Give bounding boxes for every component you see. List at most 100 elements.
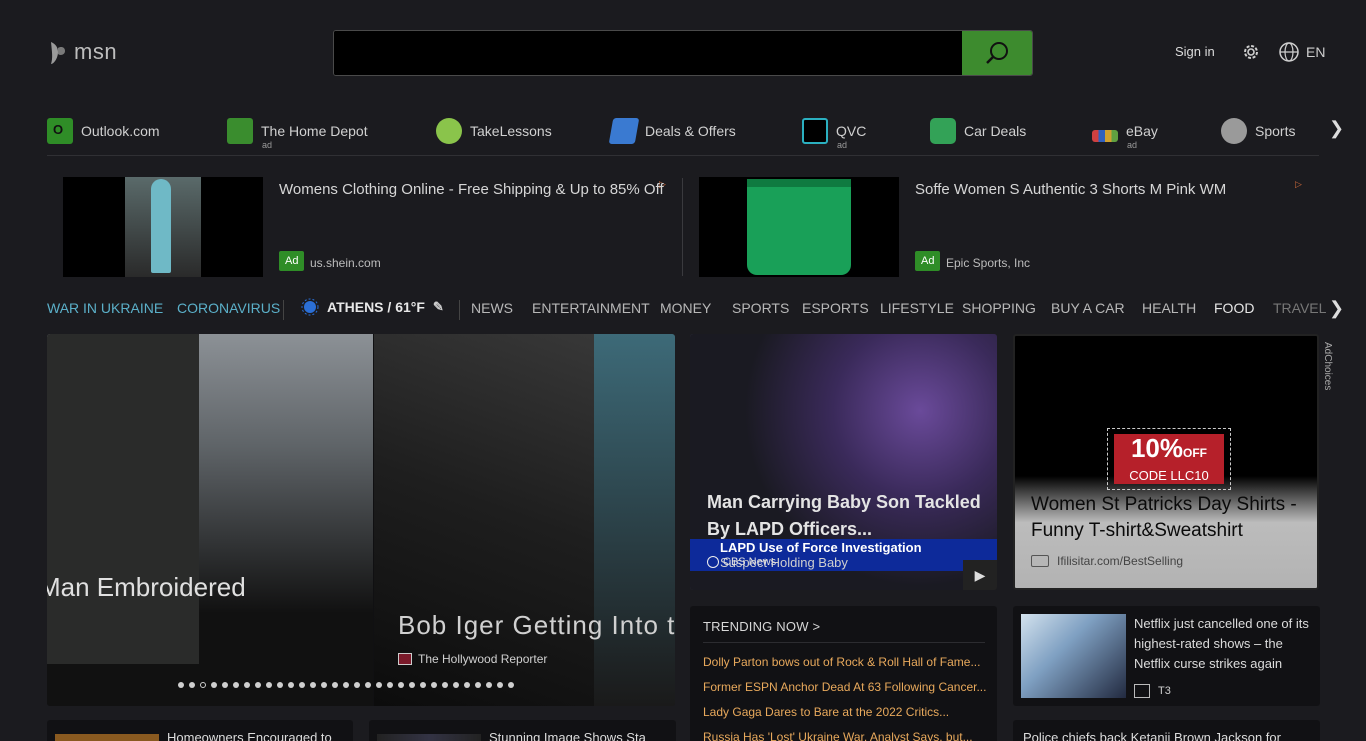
banner-text: LAPD Use of Force Investigation	[720, 540, 922, 555]
weather-icon	[301, 298, 319, 316]
nav-esports[interactable]: ESPORTS	[802, 300, 869, 316]
nav-shopping[interactable]: SHOPPING	[962, 300, 1036, 316]
carousel-dot[interactable]	[255, 682, 261, 688]
edit-pencil-icon[interactable]: ✎	[433, 299, 444, 315]
carousel-dot[interactable]	[431, 682, 437, 688]
chevron-right-icon[interactable]: ❯	[1329, 298, 1344, 319]
news-card[interactable]: Homeowners Encouraged to	[47, 720, 353, 741]
carousel-dot[interactable]	[398, 682, 404, 688]
outlook-icon: O	[47, 118, 73, 144]
sponsored-card[interactable]: 10%OFF CODE LLC10 Women St Patricks Day …	[1013, 334, 1319, 590]
ad-image	[699, 177, 899, 277]
carousel-dot[interactable]	[409, 682, 415, 688]
divider	[682, 178, 683, 276]
news-card[interactable]: Stunning Image Shows Sta	[369, 720, 676, 741]
carousel-dot[interactable]	[508, 682, 514, 688]
carousel-dot[interactable]	[420, 682, 426, 688]
carousel-dot[interactable]	[321, 682, 327, 688]
search-input[interactable]	[334, 31, 962, 75]
hero-title[interactable]: Man Embroidered	[47, 572, 246, 603]
news-card[interactable]: Police chiefs back Ketanji Brown Jackson…	[1013, 720, 1320, 741]
nav-buy-a-car[interactable]: BUY A CAR	[1051, 300, 1125, 316]
nav-news[interactable]: NEWS	[471, 300, 513, 316]
card-thumbnail	[1021, 614, 1126, 698]
nav-travel[interactable]: TRAVEL	[1273, 300, 1326, 316]
category-nav: WAR IN UKRAINE CORONAVIRUS ATHENS / 61°F…	[47, 298, 1347, 322]
butterfly-icon	[51, 42, 65, 64]
logo-text: msn	[74, 39, 118, 64]
carousel-dot[interactable]	[453, 682, 459, 688]
carousel-dot[interactable]	[486, 682, 492, 688]
hero-source-label: The Hollywood Reporter	[418, 652, 548, 666]
carousel-dot[interactable]	[233, 682, 239, 688]
nav-war-in-ukraine[interactable]: WAR IN UKRAINE	[47, 300, 163, 316]
ad-source: us.shein.com	[310, 256, 381, 270]
play-button[interactable]: ▶	[963, 560, 997, 590]
quicklink-sports[interactable]: Sports	[1221, 116, 1295, 146]
search-button[interactable]	[962, 31, 1032, 75]
carousel-dot[interactable]	[288, 682, 294, 688]
video-news-card[interactable]: Man Carrying Baby Son Tackled By LAPD Of…	[690, 334, 997, 590]
trending-item[interactable]: Lady Gaga Dares to Bare at the 2022 Crit…	[703, 705, 988, 719]
carousel-dot[interactable]	[211, 682, 217, 688]
quicklink-car-deals[interactable]: Car Deals	[930, 116, 1026, 146]
msn-logo[interactable]: msn	[48, 38, 117, 66]
quicklink-label: The Home Depot	[261, 123, 368, 139]
carousel-dot[interactable]	[332, 682, 338, 688]
qvc-icon	[802, 118, 828, 144]
nav-coronavirus[interactable]: CORONAVIRUS	[177, 300, 280, 316]
carousel-dot[interactable]	[310, 682, 316, 688]
quicklink-outlook[interactable]: O Outlook.com	[47, 116, 160, 146]
carousel-dot[interactable]	[222, 682, 228, 688]
carousel-dot[interactable]	[376, 682, 382, 688]
carousel-dot[interactable]	[266, 682, 272, 688]
carousel-dot[interactable]	[354, 682, 360, 688]
quicklink-deals[interactable]: Deals & Offers	[608, 116, 736, 146]
nav-health[interactable]: HEALTH	[1142, 300, 1196, 316]
trending-item[interactable]: Former ESPN Anchor Dead At 63 Following …	[703, 680, 988, 694]
carousel-dot[interactable]	[178, 682, 184, 688]
nav-lifestyle[interactable]: LIFESTYLE	[880, 300, 954, 316]
carousel-dot[interactable]	[387, 682, 393, 688]
trending-item[interactable]: Russia Has 'Lost' Ukraine War, Analyst S…	[703, 730, 988, 741]
quicklink-takelessons[interactable]: TakeLessons	[436, 116, 552, 146]
ebay-icon	[1092, 130, 1118, 142]
language-selector[interactable]: EN	[1278, 41, 1325, 63]
nav-sports[interactable]: SPORTS	[732, 300, 789, 316]
carousel-dot[interactable]	[475, 682, 481, 688]
sign-in-link[interactable]: Sign in	[1175, 44, 1215, 59]
hero-title[interactable]: Bob Iger Getting Into t	[398, 610, 675, 641]
trending-item[interactable]: Dolly Parton bows out of Rock & Roll Hal…	[703, 655, 988, 669]
carousel-dot[interactable]	[277, 682, 283, 688]
card-source-label: CBS News	[723, 556, 777, 568]
trending-heading[interactable]: TRENDING NOW >	[703, 619, 820, 634]
quicklink-ebay[interactable]: eBay ad	[1092, 116, 1158, 150]
ad-card-shein[interactable]: ▷ Womens Clothing Online - Free Shipping…	[63, 177, 673, 277]
chevron-right-icon[interactable]: ❯	[1329, 118, 1344, 139]
carousel-dot[interactable]	[200, 682, 206, 688]
hero-slide-image	[374, 334, 675, 706]
weather-widget[interactable]: ATHENS / 61°F ✎	[301, 298, 444, 316]
card-source: Ifilisitar.com/BestSelling	[1031, 554, 1183, 568]
carousel-dot[interactable]	[464, 682, 470, 688]
adchoices-link[interactable]: AdChoices	[1322, 342, 1333, 390]
hero-carousel[interactable]: Man Embroidered Bob Iger Getting Into t …	[47, 334, 675, 706]
carousel-dot[interactable]	[365, 682, 371, 688]
carousel-dot[interactable]	[244, 682, 250, 688]
carousel-dot[interactable]	[189, 682, 195, 688]
news-card[interactable]: Netflix just cancelled one of its highes…	[1013, 606, 1320, 706]
nav-entertainment[interactable]: ENTERTAINMENT	[532, 300, 650, 316]
carousel-dot[interactable]	[299, 682, 305, 688]
card-thumbnail	[55, 734, 159, 741]
carousel-dot[interactable]	[497, 682, 503, 688]
play-icon: ▶	[974, 566, 986, 583]
ad-card-shorts[interactable]: ▷ Soffe Women S Authentic 3 Shorts M Pin…	[699, 177, 1309, 277]
quicklink-qvc[interactable]: QVC ad	[802, 116, 866, 150]
carousel-dot[interactable]	[442, 682, 448, 688]
ad-badge: Ad	[915, 251, 941, 271]
nav-money[interactable]: MONEY	[660, 300, 711, 316]
nav-food[interactable]: FOOD	[1214, 300, 1254, 316]
quicklink-home-depot[interactable]: The Home Depot ad	[227, 116, 368, 150]
settings-gear-icon[interactable]	[1240, 41, 1262, 63]
carousel-dot[interactable]	[343, 682, 349, 688]
